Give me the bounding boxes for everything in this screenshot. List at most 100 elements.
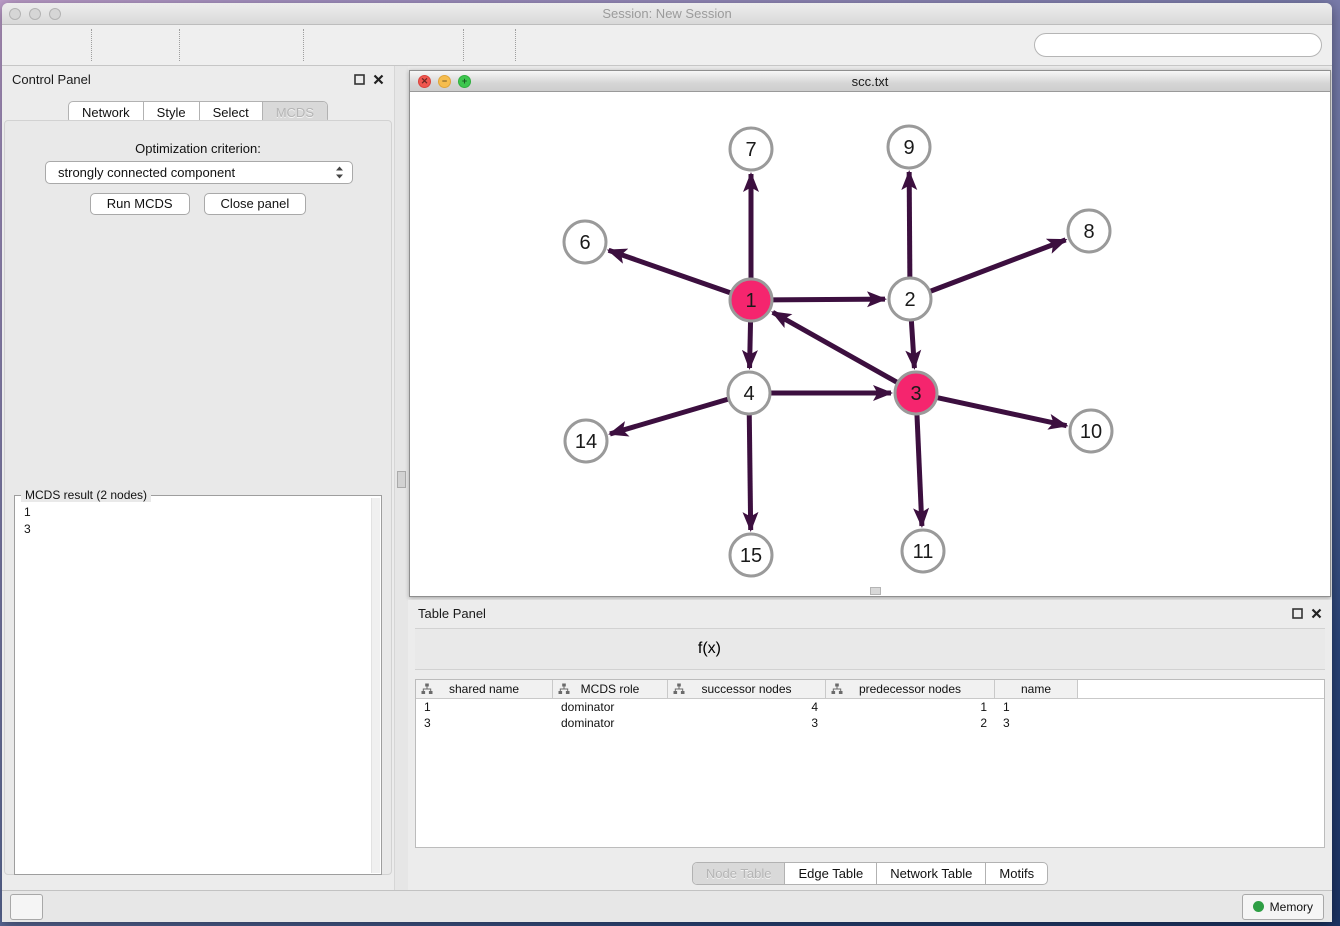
mcds-result-item: 3 <box>24 522 31 536</box>
divider-grip[interactable] <box>397 471 406 488</box>
graph-node-label-10: 10 <box>1080 421 1102 443</box>
cell-successor-nodes[interactable]: 4 <box>668 699 826 715</box>
network-from-file-button[interactable] <box>524 28 560 62</box>
table-tab-bar: Node Table Edge Table Network Table Moti… <box>692 862 1048 885</box>
graph-node-label-7: 7 <box>745 139 756 161</box>
cell-name[interactable]: 1 <box>995 699 1078 715</box>
task-history-button[interactable] <box>10 894 43 920</box>
home-view-button[interactable] <box>560 28 596 62</box>
network-window-title: scc.txt <box>410 74 1330 89</box>
hierarchy-icon <box>831 683 843 695</box>
result-scrollbar[interactable] <box>371 498 380 873</box>
open-session-button[interactable] <box>12 28 48 62</box>
main-toolbar <box>2 25 1332 66</box>
cell-predecessor-nodes[interactable]: 1 <box>826 699 995 715</box>
column-header-mcds-role[interactable]: MCDS role <box>553 680 668 698</box>
cell-mcds-role[interactable]: dominator <box>553 699 668 715</box>
cell-shared-name[interactable]: 1 <box>416 699 553 715</box>
deselect-all-button[interactable] <box>536 632 573 666</box>
canvas-grip[interactable] <box>870 587 881 595</box>
optimization-criterion-dropdown[interactable]: strongly connected component <box>45 161 353 184</box>
toolbar-separator <box>303 29 305 61</box>
network-view-window: ✕ − + scc.txt 7968124314101511 <box>409 70 1331 597</box>
cell-successor-nodes[interactable]: 3 <box>668 715 826 731</box>
close-panel-button[interactable]: Close panel <box>204 193 307 215</box>
function-builder-button-disabled: f(x) <box>684 632 721 666</box>
network-canvas[interactable]: 7968124314101511 <box>410 92 1330 596</box>
export-network-button[interactable] <box>188 28 224 62</box>
graph-node-label-6: 6 <box>579 232 590 254</box>
table-toolbar: f(x) <box>415 628 1325 670</box>
column-header-filler <box>1078 680 1324 698</box>
import-table-button[interactable] <box>136 28 172 62</box>
add-column-button[interactable] <box>573 632 610 666</box>
table-settings-button[interactable] <box>425 632 462 666</box>
graph-edge-1-2[interactable] <box>770 299 885 300</box>
graph-node-label-8: 8 <box>1083 221 1094 243</box>
graph-edge-3-11[interactable] <box>917 412 922 526</box>
graph-edge-3-1[interactable] <box>773 312 900 383</box>
network-window-titlebar[interactable]: ✕ − + scc.txt <box>410 71 1330 92</box>
close-panel-icon[interactable] <box>1311 608 1322 619</box>
graph-node-label-9: 9 <box>903 137 914 159</box>
zoom-out-button[interactable] <box>348 28 384 62</box>
refresh-layout-button[interactable] <box>472 28 508 62</box>
panel-divider[interactable] <box>394 66 408 890</box>
tab-motifs[interactable]: Motifs <box>985 863 1047 884</box>
column-header-predecessor-nodes[interactable]: predecessor nodes <box>826 680 995 698</box>
tab-edge-table[interactable]: Edge Table <box>784 863 876 884</box>
search-field[interactable] <box>1034 33 1322 57</box>
zoom-selected-button[interactable] <box>420 28 456 62</box>
select-all-button[interactable] <box>499 632 536 666</box>
float-panel-icon[interactable] <box>1292 608 1303 619</box>
delete-column-button[interactable] <box>610 632 647 666</box>
close-panel-icon[interactable] <box>373 74 384 85</box>
search-input[interactable] <box>1064 37 1223 53</box>
cell-name[interactable]: 3 <box>995 715 1078 731</box>
float-panel-icon[interactable] <box>354 74 365 85</box>
graph-edge-2-9[interactable] <box>909 172 910 280</box>
graph-edge-4-15[interactable] <box>749 412 750 530</box>
memory-button[interactable]: Memory <box>1242 894 1324 920</box>
zoom-in-button[interactable] <box>312 28 348 62</box>
graph-edge-1-6[interactable] <box>609 250 733 293</box>
memory-status-dot <box>1253 901 1264 912</box>
table-panel: Table Panel <box>408 600 1332 890</box>
save-session-button[interactable] <box>48 28 84 62</box>
cell-predecessor-nodes[interactable]: 2 <box>826 715 995 731</box>
mcds-result-list: 1 3 <box>15 496 381 538</box>
column-header-successor-nodes[interactable]: successor nodes <box>668 680 826 698</box>
column-header-shared-name[interactable]: shared name <box>416 680 553 698</box>
optimization-criterion-label: Optimization criterion: <box>5 141 391 156</box>
tab-node-table[interactable]: Node Table <box>693 863 785 884</box>
show-all-button[interactable] <box>632 28 668 62</box>
export-table-button[interactable] <box>224 28 260 62</box>
graph-edge-3-10[interactable] <box>935 397 1067 426</box>
hide-selected-button[interactable] <box>596 28 632 62</box>
table-row[interactable]: 1 dominator 4 1 1 <box>416 699 1324 715</box>
cell-shared-name[interactable]: 3 <box>416 715 553 731</box>
import-network-button[interactable] <box>100 28 136 62</box>
graph-edge-1-4[interactable] <box>750 319 751 368</box>
column-header-name[interactable]: name <box>995 680 1078 698</box>
control-panel-title: Control Panel <box>12 72 91 87</box>
dropdown-value: strongly connected component <box>58 165 235 180</box>
graph-edge-4-14[interactable] <box>610 398 731 434</box>
table-row[interactable]: 3 dominator 3 2 3 <box>416 715 1324 731</box>
toolbar-separator <box>91 29 93 61</box>
node-table: shared name MCDS role successor nodes <box>415 679 1325 848</box>
delete-table-button-disabled <box>647 632 684 666</box>
application-window: Session: New Session <box>2 3 1332 922</box>
zoom-fit-button[interactable] <box>384 28 420 62</box>
graph-edge-2-3[interactable] <box>911 318 914 368</box>
cell-mcds-role[interactable]: dominator <box>553 715 668 731</box>
run-mcds-button[interactable]: Run MCDS <box>90 193 190 215</box>
column-panel-button[interactable] <box>462 632 499 666</box>
graph-node-label-2: 2 <box>904 289 915 311</box>
hierarchy-icon <box>558 683 570 695</box>
window-title: Session: New Session <box>2 6 1332 21</box>
graph-edge-2-8[interactable] <box>928 240 1066 292</box>
tab-network-table[interactable]: Network Table <box>876 863 985 884</box>
window-titlebar: Session: New Session <box>2 3 1332 25</box>
export-image-button[interactable] <box>260 28 296 62</box>
